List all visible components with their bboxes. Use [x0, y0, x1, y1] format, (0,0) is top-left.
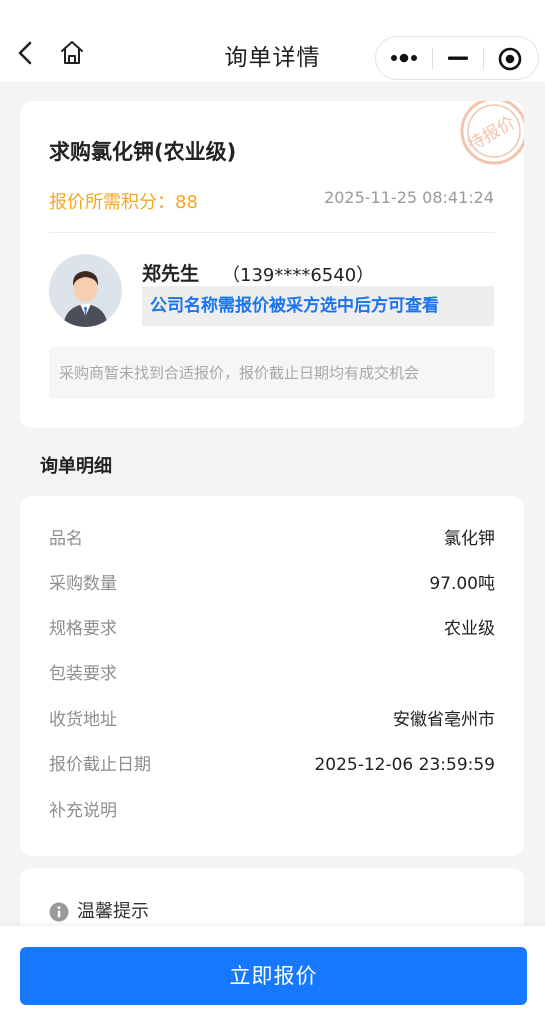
- detail-value: 97.00吨: [429, 574, 495, 594]
- detail-row-remarks: 补充说明: [49, 796, 495, 826]
- detail-label: 采购数量: [49, 574, 117, 594]
- company-hidden-notice: 公司名称需报价被采方选中后方可查看: [142, 286, 494, 326]
- target-close-icon[interactable]: [484, 37, 539, 79]
- avatar: [49, 254, 122, 327]
- detail-value: 2025-12-06 23:59:59: [314, 755, 495, 775]
- contact-name: 郑先生: [142, 263, 200, 285]
- detail-row-address: 收货地址 安徽省亳州市: [49, 705, 495, 735]
- deal-chance-notice: 采购商暂未找到合适报价，报价截止日期均有成交机会: [49, 347, 495, 399]
- user-avatar-icon: [49, 254, 122, 327]
- post-time: 2025-11-25 08:41:24: [324, 188, 494, 207]
- detail-label: 包装要求: [49, 664, 117, 684]
- tips-title: 温馨提示: [77, 901, 149, 922]
- inquiry-summary-card: 求购氯化钾(农业级) 待报价 报价所需积分：88 2025-11-25 08:4…: [20, 101, 524, 428]
- quote-now-button[interactable]: 立即报价: [20, 947, 527, 1005]
- detail-row-deadline: 报价截止日期 2025-12-06 23:59:59: [49, 750, 495, 780]
- points-value: 88: [175, 192, 198, 213]
- detail-row-quantity: 采购数量 97.00吨: [49, 569, 495, 599]
- detail-label: 品名: [49, 529, 83, 549]
- navigation-bar: 询单详情: [0, 0, 545, 82]
- contact-phone: （139****6540）: [222, 265, 375, 286]
- divider: [49, 232, 495, 233]
- inquiry-detail-page: 询单详情 求购氯化钾(农业级) 待报价 报价所需积分：88 2025-11-25…: [0, 0, 545, 1024]
- detail-label: 规格要求: [49, 619, 117, 639]
- stamp-text: 待报价: [464, 113, 518, 156]
- info-icon: [49, 902, 69, 922]
- quote-points: 报价所需积分：88: [49, 188, 198, 214]
- detail-row-packaging: 包装要求: [49, 659, 495, 689]
- detail-value: 安徽省亳州市: [393, 710, 495, 730]
- detail-row-product: 品名 氯化钾: [49, 524, 495, 554]
- detail-value: 氯化钾: [444, 529, 495, 549]
- detail-value: 农业级: [444, 619, 495, 639]
- inquiry-title: 求购氯化钾(农业级): [49, 140, 237, 164]
- detail-label: 补充说明: [49, 801, 117, 821]
- detail-row-spec: 规格要求 农业级: [49, 614, 495, 644]
- inquiry-details-card: 品名 氯化钾 采购数量 97.00吨 规格要求 农业级 包装要求 收货地址 安徽…: [20, 496, 524, 856]
- detail-label: 收货地址: [49, 710, 117, 730]
- bottom-action-bar: 立即报价: [0, 926, 545, 1024]
- minimize-icon[interactable]: [433, 37, 483, 79]
- pending-quote-stamp: 待报价: [460, 101, 524, 165]
- more-dots-icon[interactable]: [376, 37, 432, 79]
- section-title: 询单明细: [40, 456, 112, 477]
- detail-label: 报价截止日期: [49, 755, 151, 775]
- mini-program-capsule: [375, 36, 539, 80]
- points-label: 报价所需积分：: [49, 192, 175, 213]
